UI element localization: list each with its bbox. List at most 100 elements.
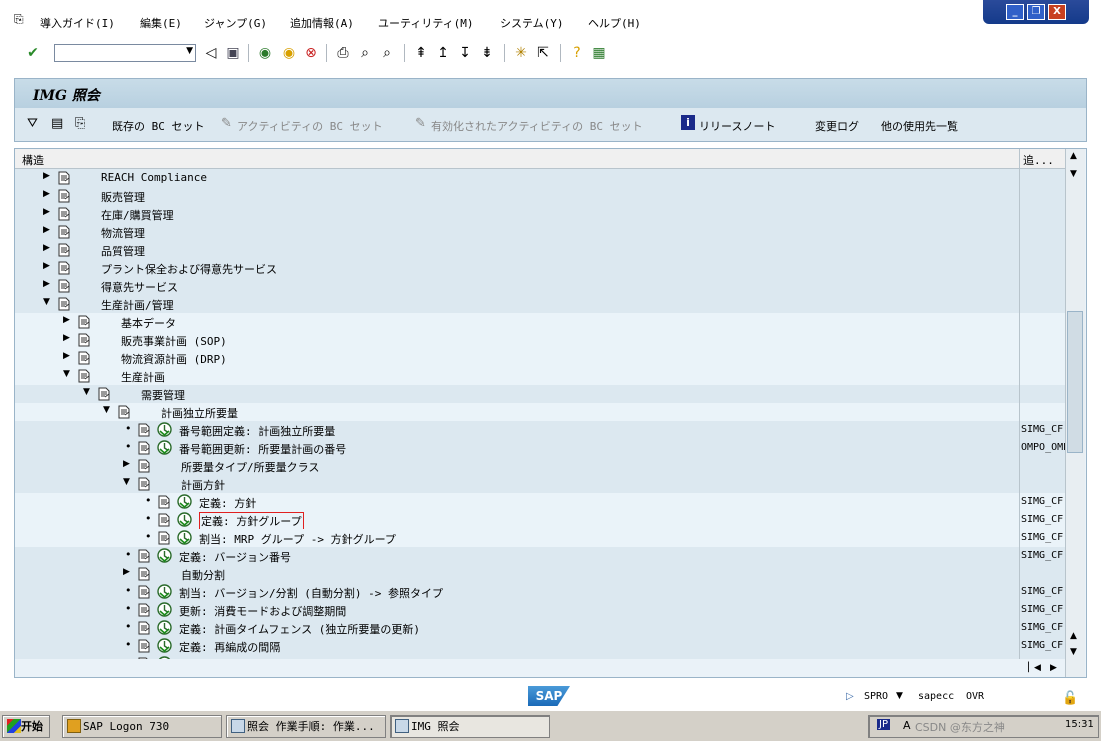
tree-node-label[interactable]: 自動分割 <box>181 567 225 583</box>
tree-node-label[interactable]: 割当: MRP グループ -> 方針グループ <box>199 531 396 547</box>
collapse-arrow-icon[interactable]: ▼ <box>83 387 90 397</box>
documentation-icon[interactable] <box>137 657 151 659</box>
tree-node[interactable]: • 定義: 計画タイムフェンス (独立所要量の更新) SIMG_CF <box>15 619 1065 637</box>
tree-node-label[interactable]: 計画方針 <box>181 477 225 493</box>
tree-node[interactable]: • 定義: バージョン番号 SIMG_CF <box>15 547 1065 565</box>
tree-node[interactable]: ▶ 販売管理 <box>15 187 1065 205</box>
execute-activity-icon[interactable] <box>157 602 172 617</box>
print-icon[interactable]: ⎙ <box>334 44 352 62</box>
tree-node[interactable]: • 割当: バージョン/分割 (自動分割) -> 参照タイプ SIMG_CF <box>15 583 1065 601</box>
tree-node-label[interactable]: 定義: 方針グループ <box>199 512 304 530</box>
documentation-icon[interactable] <box>57 207 71 221</box>
collapse-arrow-icon[interactable]: ▼ <box>103 405 110 415</box>
tree-node-label[interactable]: 販売事業計画 (SOP) <box>121 333 227 349</box>
menu-item-extras[interactable]: 追加情報(A) <box>290 15 354 31</box>
tree-node-label[interactable]: 定義: 方針 <box>199 495 256 511</box>
tree-node[interactable]: ▼ 計画方針 <box>15 475 1065 493</box>
tree-node-label[interactable]: 在庫/購買管理 <box>101 207 174 223</box>
tree-node-label[interactable]: 所要量タイプ/所要量クラス <box>181 459 319 475</box>
tree-node[interactable]: • 計画独立所要量の再編成 SIMG_CF <box>15 655 1065 659</box>
tree-node-label[interactable]: 定義: 再編成の間隔 <box>179 639 280 655</box>
documentation-icon[interactable] <box>157 531 171 545</box>
documentation-icon[interactable] <box>77 333 91 347</box>
tree-node-label[interactable]: REACH Compliance <box>101 171 207 184</box>
documentation-icon[interactable]: ▤ <box>51 116 63 131</box>
tree-node[interactable]: ▼ 生産計画 <box>15 367 1065 385</box>
menu-item-edit[interactable]: 編集(E) <box>140 15 182 31</box>
tree-node[interactable]: ▶ 品質管理 <box>15 241 1065 259</box>
tree-node-label[interactable]: 定義: バージョン番号 <box>179 549 291 565</box>
taskbar-button-display-procedure[interactable]: 照会 作業手順: 作業... <box>226 715 386 738</box>
restore-button[interactable]: ❐ <box>1027 4 1045 20</box>
tree-node-label[interactable]: 更新: 消費モードおよび調整期間 <box>179 603 346 619</box>
documentation-icon[interactable] <box>137 477 151 491</box>
new-session-icon[interactable]: ✳ <box>512 44 530 62</box>
tree-node[interactable]: ▼ 計画独立所要量 <box>15 403 1065 421</box>
change-log-button[interactable]: 変更ログ <box>815 118 859 134</box>
documentation-icon[interactable] <box>57 171 71 185</box>
tree-node[interactable]: ▶ 得意先サービス <box>15 277 1065 295</box>
enter-icon[interactable]: ✔ <box>24 44 42 62</box>
menu-item-jump[interactable]: ジャンプ(G) <box>204 15 267 31</box>
tree-node-label[interactable]: 定義: 計画タイムフェンス (独立所要量の更新) <box>179 621 420 637</box>
close-button[interactable]: X <box>1048 4 1066 20</box>
documentation-icon[interactable] <box>137 441 151 455</box>
help-icon[interactable]: ? <box>568 44 586 62</box>
layout-menu-icon[interactable]: ▦ <box>590 44 608 62</box>
find-next-icon[interactable]: ⌕ <box>378 44 396 62</box>
documentation-icon[interactable] <box>57 189 71 203</box>
collapse-arrow-icon[interactable]: ▼ <box>123 477 130 487</box>
menu-item-help[interactable]: ヘルプ(H) <box>588 15 641 31</box>
vertical-scrollbar[interactable]: ▲ ▼ ▲ ▼ <box>1065 149 1085 677</box>
tree-node[interactable]: ▶ 販売事業計画 (SOP) <box>15 331 1065 349</box>
documentation-icon[interactable] <box>57 261 71 275</box>
documentation-icon[interactable] <box>137 603 151 617</box>
activity-bc-set-button[interactable]: アクティビティの BC セット <box>237 118 383 134</box>
execute-activity-icon[interactable] <box>157 638 172 653</box>
documentation-icon[interactable] <box>157 513 171 527</box>
scroll-right-icon[interactable]: ▶ <box>1050 663 1057 673</box>
ime-icon[interactable]: A <box>903 719 911 732</box>
scroll-up-icon[interactable]: ▲ <box>1070 151 1077 161</box>
tree-node[interactable]: • 定義: 再編成の間隔 SIMG_CF <box>15 637 1065 655</box>
scroll-down-icon[interactable]: ▼ <box>1070 169 1077 179</box>
expand-arrow-icon[interactable]: ▶ <box>63 351 70 361</box>
where-used-icon[interactable]: ⎘ <box>75 116 85 131</box>
documentation-icon[interactable] <box>157 495 171 509</box>
collapse-arrow-icon[interactable]: ▼ <box>63 369 70 379</box>
tree-node-label[interactable]: 基本データ <box>121 315 176 331</box>
expand-arrow-icon[interactable]: ▶ <box>63 315 70 325</box>
exit-icon[interactable]: ◉ <box>280 44 298 62</box>
documentation-icon[interactable] <box>77 351 91 365</box>
tree-node-label[interactable]: プラント保全および得意先サービス <box>101 261 277 277</box>
command-field[interactable]: ▼ <box>54 44 196 62</box>
tree-node-label[interactable]: 生産計画/管理 <box>101 297 174 313</box>
documentation-icon[interactable] <box>57 225 71 239</box>
tree-node-label[interactable]: 品質管理 <box>101 243 145 259</box>
tree-node-label[interactable]: 販売管理 <box>101 189 145 205</box>
header-structure[interactable]: 構造 <box>22 152 44 168</box>
documentation-icon[interactable] <box>137 549 151 563</box>
tree-node-label[interactable]: 番号範囲更新: 所要量計画の番号 <box>179 441 346 457</box>
start-button[interactable]: 开始 <box>2 715 50 738</box>
last-page-icon[interactable]: ⇟ <box>478 44 496 62</box>
tree-node[interactable]: ▶ REACH Compliance <box>15 169 1065 187</box>
tree-node[interactable]: • 定義: 方針グループ SIMG_CF <box>15 511 1065 530</box>
save-icon[interactable]: ▣ <box>224 44 242 62</box>
tree-node-label[interactable]: 計画独立所要量 <box>161 405 238 421</box>
documentation-icon[interactable] <box>137 621 151 635</box>
tree-node-label[interactable]: 生産計画 <box>121 369 165 385</box>
tree-node[interactable]: ▶ 所要量タイプ/所要量クラス <box>15 457 1065 475</box>
insert-mode[interactable]: OVR <box>966 691 984 702</box>
expand-arrow-icon[interactable]: ▶ <box>43 189 50 199</box>
next-page-icon[interactable]: ↧ <box>456 44 474 62</box>
cancel-icon[interactable]: ⊗ <box>302 44 320 62</box>
documentation-icon[interactable] <box>57 297 71 311</box>
info-icon[interactable]: i <box>681 115 695 130</box>
expand-arrow-icon[interactable]: ▶ <box>123 567 130 577</box>
expand-arrow-icon[interactable]: ▶ <box>123 459 130 469</box>
chevron-down-icon[interactable]: ▼ <box>186 46 193 56</box>
lock-icon[interactable]: 🔓 <box>1062 691 1078 706</box>
documentation-icon[interactable] <box>137 567 151 581</box>
expand-arrow-icon[interactable]: ▶ <box>63 333 70 343</box>
